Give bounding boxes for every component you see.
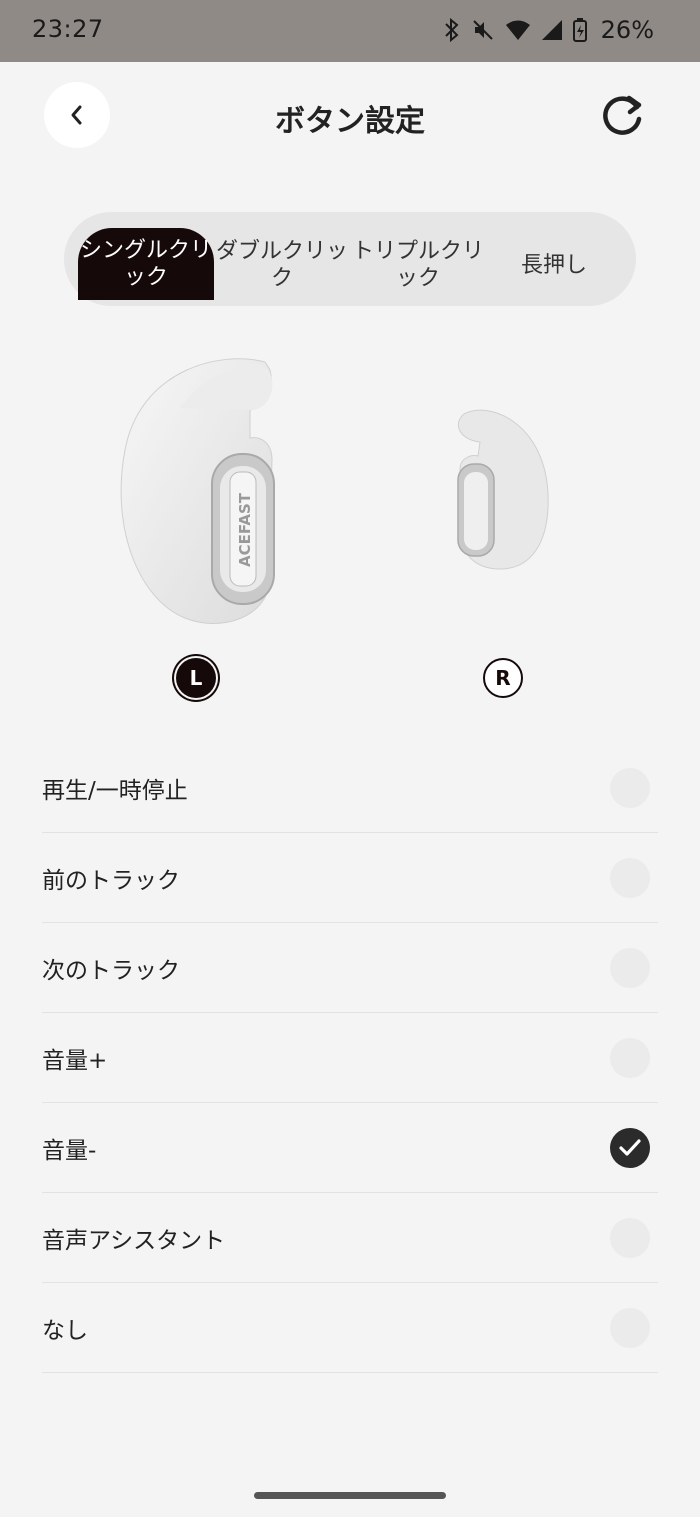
left-earbud-image[interactable]: ACEFAST bbox=[100, 350, 300, 640]
option-none[interactable]: なし bbox=[42, 1283, 658, 1373]
option-label: 再生/一時停止 bbox=[42, 777, 188, 804]
battery-percent: 26% bbox=[600, 16, 654, 44]
earbuds-selector: ACEFAST L R bbox=[0, 340, 700, 720]
option-previous-track[interactable]: 前のトラック bbox=[42, 833, 658, 923]
radio-button[interactable] bbox=[610, 858, 650, 898]
bluetooth-icon bbox=[444, 18, 459, 42]
action-options-list: 再生/一時停止 前のトラック 次のトラック 音量+ 音量- 音声アシスタント な… bbox=[42, 743, 658, 1373]
tab-long-press[interactable]: 長押し bbox=[486, 228, 622, 302]
refresh-button[interactable] bbox=[598, 92, 646, 140]
status-bar: 23:27 26% bbox=[0, 0, 700, 62]
option-label: 前のトラック bbox=[42, 867, 180, 894]
mute-icon bbox=[472, 20, 493, 40]
option-label: 音量+ bbox=[42, 1047, 108, 1074]
tab-single-click[interactable]: シングルクリック bbox=[78, 228, 214, 300]
radio-button-checked[interactable] bbox=[610, 1128, 650, 1168]
option-volume-up[interactable]: 音量+ bbox=[42, 1013, 658, 1103]
radio-button[interactable] bbox=[610, 1308, 650, 1348]
tab-triple-click[interactable]: トリプルクリック bbox=[350, 228, 486, 302]
header: ボタン設定 bbox=[0, 62, 700, 172]
option-play-pause[interactable]: 再生/一時停止 bbox=[42, 743, 658, 833]
home-indicator[interactable] bbox=[254, 1492, 446, 1499]
battery-icon bbox=[572, 18, 587, 42]
checkmark-icon bbox=[619, 1139, 641, 1156]
right-side-badge[interactable]: R bbox=[483, 658, 523, 698]
page-title: ボタン設定 bbox=[275, 104, 425, 139]
status-time: 23:27 bbox=[32, 15, 104, 43]
wifi-icon bbox=[505, 20, 530, 40]
right-earbud-image[interactable] bbox=[450, 404, 560, 574]
option-voice-assistant[interactable]: 音声アシスタント bbox=[42, 1193, 658, 1283]
refresh-icon bbox=[603, 95, 642, 135]
radio-button[interactable] bbox=[610, 1218, 650, 1258]
status-icons: 26% bbox=[443, 16, 654, 44]
option-label: 音声アシスタント bbox=[42, 1227, 226, 1254]
earbud-brand-label: ACEFAST bbox=[236, 492, 254, 567]
option-next-track[interactable]: 次のトラック bbox=[42, 923, 658, 1013]
radio-button[interactable] bbox=[610, 1038, 650, 1078]
radio-button[interactable] bbox=[610, 768, 650, 808]
tab-double-click[interactable]: ダブルクリック bbox=[214, 228, 350, 302]
option-volume-down[interactable]: 音量- bbox=[42, 1103, 658, 1193]
option-label: なし bbox=[42, 1317, 88, 1344]
option-label: 次のトラック bbox=[42, 957, 180, 984]
signal-icon bbox=[541, 20, 562, 40]
click-type-tabs: シングルクリック ダブルクリック トリプルクリック 長押し bbox=[64, 212, 636, 306]
left-side-badge[interactable]: L bbox=[176, 658, 216, 698]
option-label: 音量- bbox=[42, 1137, 97, 1164]
radio-button[interactable] bbox=[610, 948, 650, 988]
